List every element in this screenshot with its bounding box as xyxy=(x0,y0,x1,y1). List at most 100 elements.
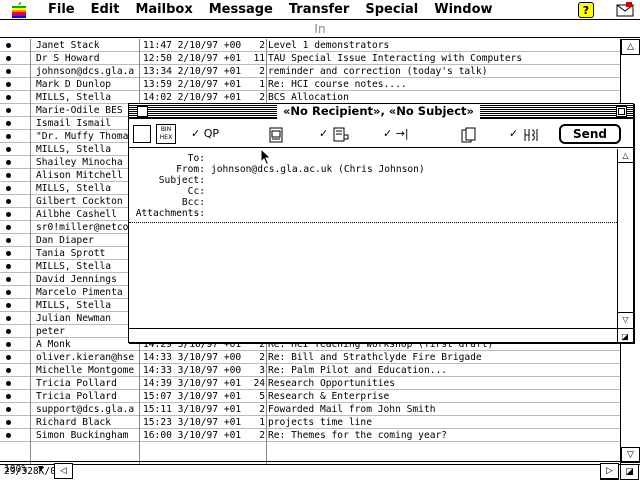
message-subject: Research & Enterprise xyxy=(268,391,390,402)
message-date: 15:11 3/10/97 +01 xyxy=(143,404,242,415)
zoom-box-icon[interactable] xyxy=(616,106,627,117)
message-size: 3 xyxy=(259,365,265,376)
status-dot-icon xyxy=(6,420,11,425)
message-sender: Dan Diaper xyxy=(36,235,94,246)
message-row[interactable]: Simon Buckingham 16:00 3/10/97 +01 2 Re: Th… xyxy=(0,429,620,442)
compose-scroll-up-button[interactable]: △ xyxy=(618,149,633,163)
message-sender: MILLS, Stella xyxy=(36,261,112,272)
message-sender: Simon Buckingham xyxy=(36,430,129,441)
header-label: From: xyxy=(176,164,205,175)
signature-toggle[interactable] xyxy=(133,125,151,143)
scroll-left-button[interactable]: ◁ xyxy=(54,463,73,479)
word-wrap-check[interactable]: ✓ xyxy=(319,125,328,143)
status-dot-icon xyxy=(6,160,11,165)
menu-message[interactable]: Message xyxy=(201,0,281,20)
quoted-printable-toggle[interactable]: ✓ QP xyxy=(191,125,219,143)
compose-toolbar: BIN HEX ✓ QP ✓ ✓ →| ✓ Send xyxy=(129,120,633,148)
message-date: 13:59 2/10/97 +01 xyxy=(143,79,242,90)
menu-transfer[interactable]: Transfer xyxy=(281,0,358,20)
message-sender: support@dcs.gla.a xyxy=(36,404,135,415)
zoom-level[interactable]: 100% xyxy=(4,464,27,475)
message-date: 15:23 3/10/97 +01 xyxy=(143,417,242,428)
menu-file[interactable]: File xyxy=(40,0,83,20)
message-size: 1 xyxy=(259,417,265,428)
message-row[interactable]: Mark D Dunlop 13:59 2/10/97 +01 1 Re: HCI c… xyxy=(0,78,620,91)
message-row[interactable]: Tricia Pollard 15:07 3/10/97 +01 5 Research… xyxy=(0,390,620,403)
compose-scroll-down-button[interactable]: ▽ xyxy=(618,312,633,326)
message-date: 13:34 2/10/97 +01 xyxy=(143,66,242,77)
message-row[interactable]: Tricia Pollard 14:39 3/10/97 +01 24 Researc… xyxy=(0,377,620,390)
message-size: 2 xyxy=(259,404,265,415)
message-row[interactable]: johnson@dcs.gla.a 13:34 2/10/97 +01 2 remin… xyxy=(0,65,620,78)
compose-title-bar[interactable]: «No Recipient», «No Subject» xyxy=(129,104,633,119)
up-arrow-icon: △ xyxy=(627,42,634,52)
application-icon[interactable] xyxy=(616,2,634,18)
right-arrow-icon: ▷ xyxy=(606,466,613,476)
close-box-icon[interactable] xyxy=(137,106,148,117)
status-dot-icon xyxy=(6,342,11,347)
message-row[interactable]: support@dcs.gla.a 15:11 3/10/97 +01 2 Fowar… xyxy=(0,403,620,416)
text-as-attachment-icon[interactable] xyxy=(269,126,283,144)
message-sender: Tania Sprott xyxy=(36,248,106,259)
status-dot-icon xyxy=(6,368,11,373)
menu-edit[interactable]: Edit xyxy=(83,0,128,20)
message-subject: Re: HCI course notes.... xyxy=(268,79,407,90)
compose-vertical-scrollbar[interactable]: △ ▽ xyxy=(617,149,633,328)
scroll-right-button-2[interactable]: ▷ xyxy=(600,463,619,479)
message-sender: Michelle Montgome xyxy=(36,365,135,376)
help-icon[interactable]: ? xyxy=(578,2,594,18)
compose-window: «No Recipient», «No Subject» BIN HEX ✓ Q… xyxy=(128,103,634,343)
message-sender: Shailey Minocha xyxy=(36,157,123,168)
scroll-up-button[interactable]: △ xyxy=(621,39,640,55)
keep-copy-icon[interactable] xyxy=(461,126,477,144)
apple-menu[interactable] xyxy=(0,0,40,20)
status-dot-icon xyxy=(6,186,11,191)
compose-resize-handle[interactable]: ◪ xyxy=(617,329,632,343)
mouse-pointer-icon xyxy=(260,148,272,166)
menu-special[interactable]: Special xyxy=(357,0,426,20)
message-row[interactable]: Michelle Montgome 14:33 3/10/97 +00 3 Re: P… xyxy=(0,364,620,377)
send-button[interactable]: Send xyxy=(559,124,621,144)
menu-window[interactable]: Window xyxy=(426,0,500,20)
status-dot-icon xyxy=(6,277,11,282)
message-subject: Level 1 demonstrators xyxy=(268,40,390,51)
message-sender: peter xyxy=(36,326,65,337)
status-dot-icon xyxy=(6,433,11,438)
up-arrow-icon: △ xyxy=(622,151,629,160)
message-size: 11 xyxy=(253,53,265,64)
tab-in-body-toggle[interactable]: ✓ →| xyxy=(383,125,409,143)
message-size: 2 xyxy=(259,66,265,77)
message-subject: Research Opportunities xyxy=(268,378,396,389)
compose-title: «No Recipient», «No Subject» xyxy=(277,104,480,119)
message-sender: Marcelo Pimenta xyxy=(36,287,123,298)
message-size: 24 xyxy=(253,378,265,389)
message-row[interactable]: Richard Black 15:23 3/10/97 +01 1 projects … xyxy=(0,416,620,429)
status-dot-icon xyxy=(6,134,11,139)
status-dot-icon xyxy=(6,121,11,126)
message-row[interactable]: oliver.kieran@hse 14:33 3/10/97 +00 2 Re: B… xyxy=(0,351,620,364)
header-label: Cc: xyxy=(187,186,205,197)
status-dot-icon xyxy=(6,290,11,295)
signature-check[interactable]: ✓ xyxy=(509,125,518,143)
status-dot-icon xyxy=(6,43,11,48)
message-sender: Ismail Ismail xyxy=(36,118,112,129)
message-date: 15:07 3/10/97 +01 xyxy=(143,391,242,402)
message-sender: johnson@dcs.gla.a xyxy=(36,66,135,77)
status-dot-icon xyxy=(6,108,11,113)
status-dot-icon xyxy=(6,238,11,243)
message-row[interactable]: Janet Stack 11:47 2/10/97 +00 2 Level 1 dem… xyxy=(0,39,620,52)
menu-mailbox[interactable]: Mailbox xyxy=(127,0,200,20)
message-size: 2 xyxy=(259,40,265,51)
left-arrow-icon: ◁ xyxy=(60,466,67,476)
message-row[interactable]: Dr S Howard 12:50 2/10/97 +01 11 TAU Specia… xyxy=(0,52,620,65)
message-date: 14:33 3/10/97 +00 xyxy=(143,365,242,376)
column-divider xyxy=(30,39,31,464)
status-dot-icon xyxy=(6,381,11,386)
zoom-dropdown-icon[interactable]: ▼ xyxy=(38,464,43,474)
binhex-encoding-button[interactable]: BIN HEX xyxy=(156,124,176,144)
message-subject: Fowarded Mail from John Smith xyxy=(268,404,436,415)
message-subject: Re: Themes for the coming year? xyxy=(268,430,448,441)
mailbox-title[interactable]: In xyxy=(0,20,640,38)
header-field[interactable]: johnson@dcs.gla.ac.uk (Chris Johnson) xyxy=(211,164,425,175)
message-sender: MILLS, Stella xyxy=(36,144,112,155)
